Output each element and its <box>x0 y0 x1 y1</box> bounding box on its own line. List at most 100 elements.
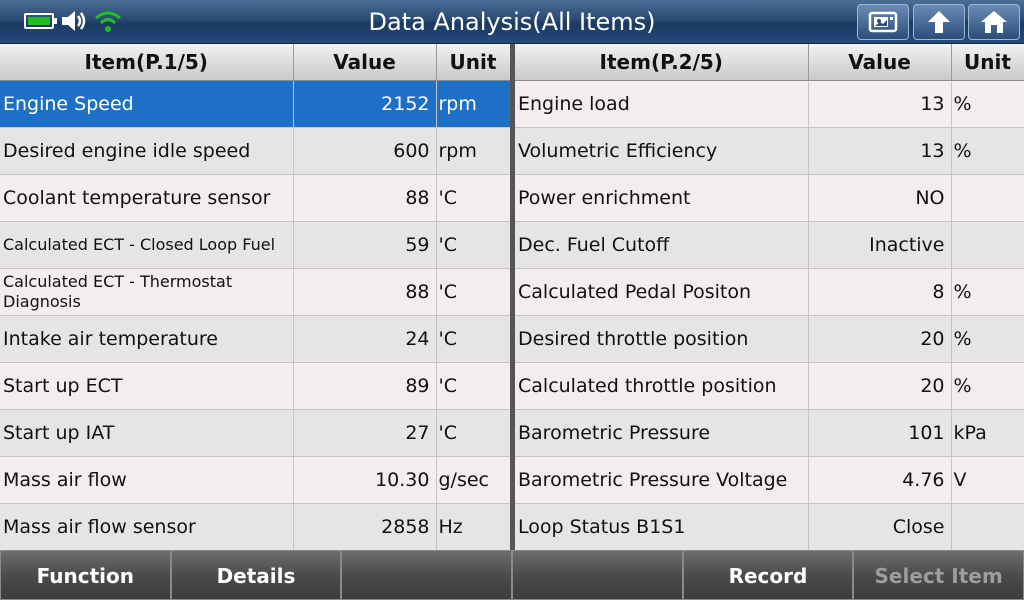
item-cell: Loop Status B1S1 <box>515 503 809 551</box>
table-header: Item(P.1/5) Value Unit <box>0 44 511 81</box>
table-row[interactable]: Volumetric Efficiency 13 % <box>515 127 1024 175</box>
bottom-toolbar: Function Details Record Select Item <box>0 550 1024 600</box>
unit-column-header[interactable]: Unit <box>951 44 1024 81</box>
unit-cell: Hz <box>436 503 511 551</box>
item-column-header[interactable]: Item(P.2/5) <box>515 44 809 81</box>
unit-cell <box>951 503 1024 551</box>
value-cell: 8 <box>808 268 952 316</box>
table-row[interactable]: Barometric Pressure 101 kPa <box>515 409 1024 457</box>
unit-cell: 'C <box>436 409 511 457</box>
table-row[interactable]: Barometric Pressure Voltage 4.76 V <box>515 456 1024 504</box>
value-cell: 20 <box>808 362 952 410</box>
value-column-header[interactable]: Value <box>808 44 952 81</box>
unit-cell: 'C <box>436 362 511 410</box>
item-cell: Coolant temperature sensor <box>0 174 294 222</box>
item-cell: Calculated ECT - Closed Loop Fuel <box>0 221 294 269</box>
table-row[interactable]: Mass air flow 10.30 g/sec <box>0 456 511 504</box>
value-cell: 24 <box>293 315 437 363</box>
value-cell: 59 <box>293 221 437 269</box>
function-button[interactable]: Function <box>0 550 171 600</box>
value-cell: 600 <box>293 127 437 175</box>
table-row[interactable]: Engine load 13 % <box>515 80 1024 128</box>
value-cell: 101 <box>808 409 952 457</box>
item-cell: Mass air flow sensor <box>0 503 294 551</box>
table-row[interactable]: Intake air temperature 24 'C <box>0 315 511 363</box>
value-cell: 89 <box>293 362 437 410</box>
table-row[interactable]: Power enrichment NO <box>515 174 1024 222</box>
item-cell: Engine load <box>515 80 809 128</box>
home-icon <box>981 11 1007 33</box>
home-button[interactable] <box>968 4 1020 40</box>
item-cell: Start up IAT <box>0 409 294 457</box>
table-row[interactable]: Engine Speed 2152 rpm <box>0 80 511 128</box>
unit-cell: 'C <box>436 221 511 269</box>
table-row[interactable]: Calculated throttle position 20 % <box>515 362 1024 410</box>
title-bar: Data Analysis(All Items) <box>0 0 1024 44</box>
table-header: Item(P.2/5) Value Unit <box>515 44 1024 81</box>
value-cell: 4.76 <box>808 456 952 504</box>
unit-cell: rpm <box>436 127 511 175</box>
value-cell: 10.30 <box>293 456 437 504</box>
table-row[interactable]: Start up IAT 27 'C <box>0 409 511 457</box>
item-cell: Dec. Fuel Cutoff <box>515 221 809 269</box>
value-cell: 20 <box>808 315 952 363</box>
empty-button-2[interactable] <box>511 550 683 600</box>
table-row[interactable]: Start up ECT 89 'C <box>0 362 511 410</box>
table-row[interactable]: Loop Status B1S1 Close <box>515 503 1024 551</box>
unit-cell: 'C <box>436 174 511 222</box>
table-row[interactable]: Mass air flow sensor 2858 Hz <box>0 503 511 551</box>
item-cell: Mass air flow <box>0 456 294 504</box>
unit-cell: % <box>951 315 1024 363</box>
value-cell: 88 <box>293 268 437 316</box>
item-cell: Barometric Pressure <box>515 409 809 457</box>
item-column-header[interactable]: Item(P.1/5) <box>0 44 294 81</box>
item-cell: Start up ECT <box>0 362 294 410</box>
value-column-header[interactable]: Value <box>293 44 437 81</box>
table-row[interactable]: Dec. Fuel Cutoff Inactive <box>515 221 1024 269</box>
value-cell: 2152 <box>293 80 437 128</box>
details-button[interactable]: Details <box>170 550 342 600</box>
table-row[interactable]: Calculated ECT - Closed Loop Fuel 59 'C <box>0 221 511 269</box>
unit-cell: g/sec <box>436 456 511 504</box>
unit-cell: 'C <box>436 268 511 316</box>
value-cell: Close <box>808 503 952 551</box>
right-data-table: Item(P.2/5) Value Unit Engine load 13 % … <box>515 44 1024 551</box>
unit-cell: kPa <box>951 409 1024 457</box>
back-up-icon <box>928 11 950 33</box>
table-row[interactable]: Desired throttle position 20 % <box>515 315 1024 363</box>
unit-cell: % <box>951 362 1024 410</box>
empty-button-1[interactable] <box>341 550 512 600</box>
value-cell: 27 <box>293 409 437 457</box>
value-cell: 88 <box>293 174 437 222</box>
value-cell: 2858 <box>293 503 437 551</box>
value-cell: 13 <box>808 80 952 128</box>
table-row[interactable]: Coolant temperature sensor 88 'C <box>0 174 511 222</box>
item-cell: Calculated Pedal Positon <box>515 268 809 316</box>
select-item-button[interactable]: Select Item <box>853 550 1024 600</box>
item-cell: Intake air temperature <box>0 315 294 363</box>
record-button[interactable]: Record <box>682 550 854 600</box>
table-row[interactable]: Desired engine idle speed 600 rpm <box>0 127 511 175</box>
unit-cell: % <box>951 268 1024 316</box>
item-cell: Calculated throttle position <box>515 362 809 410</box>
unit-cell: V <box>951 456 1024 504</box>
item-cell: Power enrichment <box>515 174 809 222</box>
unit-cell: % <box>951 80 1024 128</box>
screenshot-button[interactable] <box>857 4 909 40</box>
unit-cell: % <box>951 127 1024 175</box>
left-data-table: Item(P.1/5) Value Unit Engine Speed 2152… <box>0 44 511 551</box>
back-button[interactable] <box>913 4 965 40</box>
table-row[interactable]: Calculated ECT - Thermostat Diagnosis 88… <box>0 268 511 316</box>
item-cell: Volumetric Efficiency <box>515 127 809 175</box>
item-cell: Calculated ECT - Thermostat Diagnosis <box>0 268 294 316</box>
item-cell: Desired engine idle speed <box>0 127 294 175</box>
value-cell: Inactive <box>808 221 952 269</box>
item-cell: Engine Speed <box>0 80 294 128</box>
unit-column-header[interactable]: Unit <box>436 44 511 81</box>
unit-cell: rpm <box>436 80 511 128</box>
item-cell: Desired throttle position <box>515 315 809 363</box>
value-cell: 13 <box>808 127 952 175</box>
unit-cell <box>951 174 1024 222</box>
screenshot-icon <box>868 11 898 33</box>
table-row[interactable]: Calculated Pedal Positon 8 % <box>515 268 1024 316</box>
